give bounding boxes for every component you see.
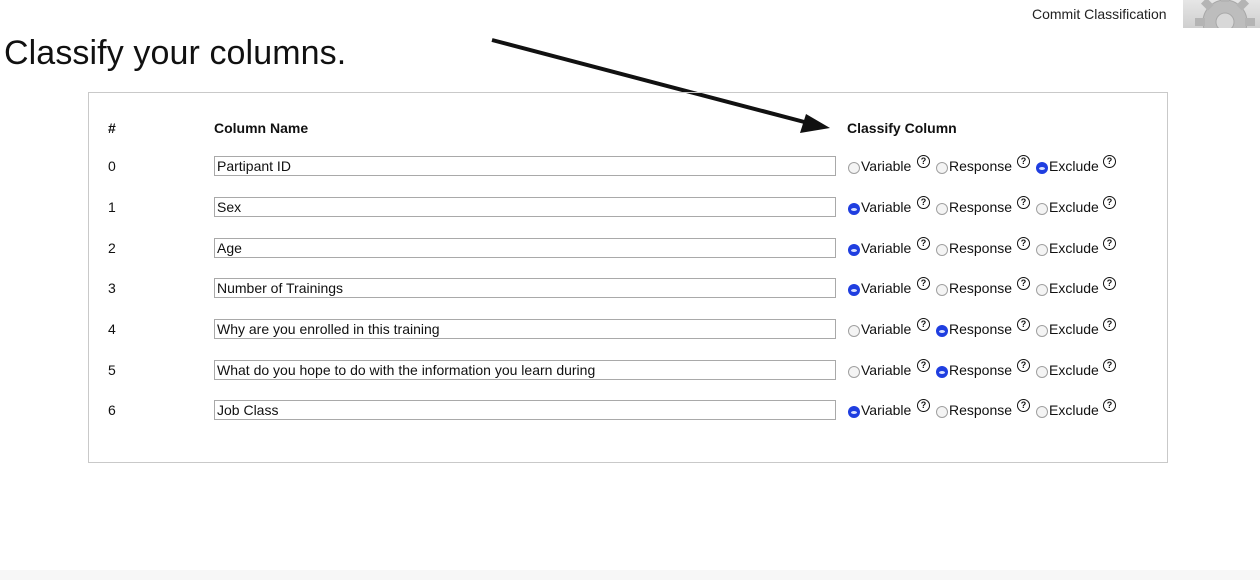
page-footer-strip [0,570,1260,580]
exclude-label[interactable]: Exclude [1049,362,1099,378]
row-index: 4 [108,321,116,337]
exclude-radio[interactable] [1036,284,1048,296]
response-radio[interactable] [936,406,948,418]
gear-icon[interactable] [1183,0,1260,28]
classify-column-header: Classify Column [847,120,957,136]
exclude-radio[interactable] [1036,325,1048,337]
help-icon[interactable]: ? [917,237,930,250]
variable-label[interactable]: Variable [861,158,911,174]
help-icon[interactable]: ? [917,277,930,290]
table-row: 6 Variable? Response? Exclude? [0,399,1260,422]
exclude-label[interactable]: Exclude [1049,280,1099,296]
help-icon[interactable]: ? [1017,237,1030,250]
variable-radio[interactable] [848,406,860,418]
variable-radio[interactable] [848,203,860,215]
response-radio[interactable] [936,162,948,174]
variable-radio[interactable] [848,244,860,256]
table-row: 4 Variable? Response? Exclude? [0,318,1260,341]
response-radio[interactable] [936,244,948,256]
help-icon[interactable]: ? [1017,359,1030,372]
row-index: 5 [108,362,116,378]
help-icon[interactable]: ? [1017,196,1030,209]
variable-label[interactable]: Variable [861,362,911,378]
variable-label[interactable]: Variable [861,199,911,215]
help-icon[interactable]: ? [1103,237,1116,250]
column-name-input[interactable] [214,278,836,298]
help-icon[interactable]: ? [1103,196,1116,209]
exclude-radio[interactable] [1036,244,1048,256]
table-row: 0 Variable? Response? Exclude? [0,155,1260,178]
row-index: 1 [108,199,116,215]
exclude-radio[interactable] [1036,366,1048,378]
index-header: # [108,120,116,136]
variable-radio[interactable] [848,284,860,296]
variable-radio[interactable] [848,162,860,174]
column-name-input[interactable] [214,360,836,380]
page-title: Classify your columns. [4,34,347,72]
response-label[interactable]: Response [949,402,1012,418]
exclude-radio[interactable] [1036,406,1048,418]
column-name-input[interactable] [214,400,836,420]
variable-label[interactable]: Variable [861,280,911,296]
help-icon[interactable]: ? [1017,277,1030,290]
row-index: 2 [108,240,116,256]
response-radio[interactable] [936,366,948,378]
exclude-radio[interactable] [1036,203,1048,215]
variable-label[interactable]: Variable [861,402,911,418]
variable-label[interactable]: Variable [861,240,911,256]
help-icon[interactable]: ? [1103,155,1116,168]
table-row: 1 Variable? Response? Exclude? [0,196,1260,219]
help-icon[interactable]: ? [1017,318,1030,331]
help-icon[interactable]: ? [1017,399,1030,412]
variable-label[interactable]: Variable [861,321,911,337]
row-index: 0 [108,158,116,174]
response-radio[interactable] [936,325,948,337]
column-name-input[interactable] [214,238,836,258]
response-label[interactable]: Response [949,240,1012,256]
help-icon[interactable]: ? [1103,277,1116,290]
response-radio[interactable] [936,203,948,215]
help-icon[interactable]: ? [1103,399,1116,412]
help-icon[interactable]: ? [917,155,930,168]
response-label[interactable]: Response [949,321,1012,337]
response-label[interactable]: Response [949,362,1012,378]
response-label[interactable]: Response [949,199,1012,215]
column-name-input[interactable] [214,156,836,176]
row-index: 3 [108,280,116,296]
response-label[interactable]: Response [949,158,1012,174]
column-name-input[interactable] [214,319,836,339]
table-row: 5 Variable? Response? Exclude? [0,359,1260,382]
exclude-label[interactable]: Exclude [1049,158,1099,174]
exclude-label[interactable]: Exclude [1049,199,1099,215]
variable-radio[interactable] [848,325,860,337]
help-icon[interactable]: ? [917,318,930,331]
exclude-radio[interactable] [1036,162,1048,174]
help-icon[interactable]: ? [1103,359,1116,372]
variable-radio[interactable] [848,366,860,378]
help-icon[interactable]: ? [1103,318,1116,331]
column-name-header: Column Name [214,120,309,136]
row-index: 6 [108,402,116,418]
help-icon[interactable]: ? [1017,155,1030,168]
table-row: 2 Variable? Response? Exclude? [0,237,1260,260]
commit-classification-button[interactable]: Commit Classification [1026,4,1173,24]
help-icon[interactable]: ? [917,196,930,209]
help-icon[interactable]: ? [917,399,930,412]
exclude-label[interactable]: Exclude [1049,402,1099,418]
exclude-label[interactable]: Exclude [1049,240,1099,256]
help-icon[interactable]: ? [917,359,930,372]
table-row: 3 Variable? Response? Exclude? [0,277,1260,300]
exclude-label[interactable]: Exclude [1049,321,1099,337]
column-name-input[interactable] [214,197,836,217]
response-label[interactable]: Response [949,280,1012,296]
response-radio[interactable] [936,284,948,296]
